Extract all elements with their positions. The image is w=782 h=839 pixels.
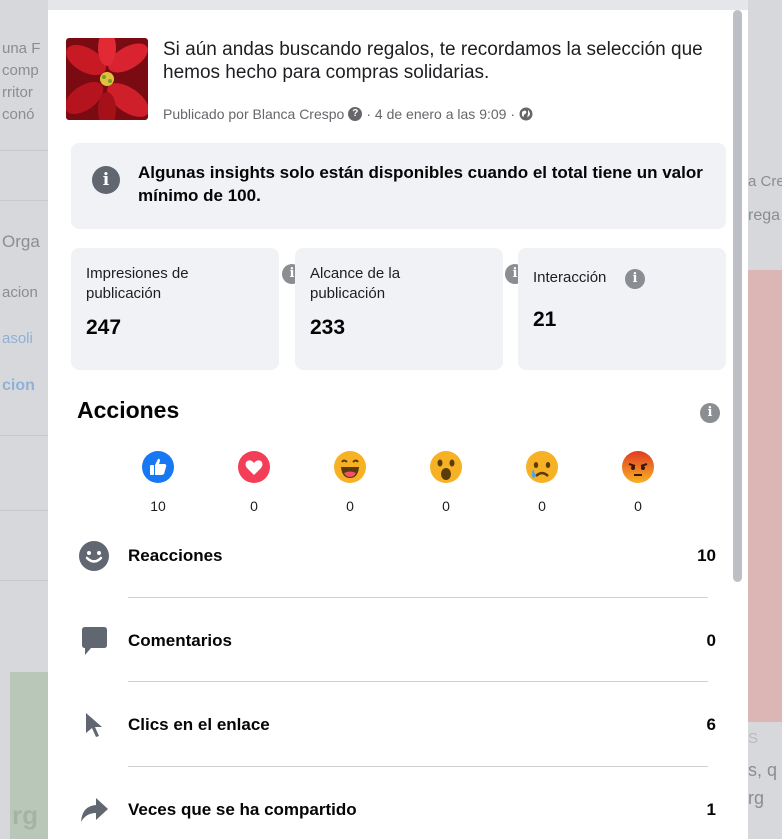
poinsettia-image <box>66 38 148 120</box>
sad-icon <box>526 451 558 483</box>
info-notice: i Algunas insights solo están disponible… <box>71 143 726 229</box>
divider <box>128 766 708 767</box>
cursor-icon <box>86 713 102 737</box>
bg-text: Orga <box>2 232 40 251</box>
bg-text: a Cre <box>748 173 782 190</box>
divider <box>128 681 708 682</box>
bg-text: acion <box>2 284 38 301</box>
reaction-count: 0 <box>442 498 450 514</box>
post-text: Si aún andas buscando regalos, te record… <box>163 39 703 83</box>
divider <box>128 597 708 598</box>
wow-icon <box>430 451 462 483</box>
background-right-column: a Cre rega S s, q rg <box>748 0 782 839</box>
stat-label: Interacción <box>533 269 607 286</box>
post-date[interactable]: · 4 de enero a las 9:09 · <box>366 106 515 122</box>
globe-icon <box>519 107 533 121</box>
haha-icon <box>334 451 366 483</box>
row-value: 10 <box>697 546 716 565</box>
reaction-sad: 0 <box>522 450 562 514</box>
stat-card-reach: Alcance de la publicación 233 <box>295 248 503 370</box>
stat-value: 233 <box>310 316 346 339</box>
row-link-clicks[interactable]: Clics en el enlace 6 <box>78 699 728 759</box>
row-label: Veces que se ha compartido <box>128 800 357 819</box>
notice-text: Algunas insights solo están disponibles … <box>138 163 703 205</box>
bg-text: conó <box>2 106 35 123</box>
row-label: Clics en el enlace <box>128 715 270 734</box>
smiley-icon <box>79 541 109 571</box>
bg-image <box>748 270 782 722</box>
panel-scrollbar[interactable] <box>733 10 742 582</box>
question-icon[interactable]: ? <box>348 107 363 121</box>
stat-value: 21 <box>533 308 557 331</box>
stat-card-engagement: Interacción 21 <box>518 248 726 370</box>
reaction-count: 0 <box>346 498 354 514</box>
reaction-breakdown: 10 0 0 0 0 0 <box>128 450 688 516</box>
info-icon: i <box>92 166 120 194</box>
row-shares[interactable]: Veces que se ha compartido 1 <box>78 784 728 839</box>
reaction-wow: 0 <box>426 450 466 514</box>
reaction-count: 0 <box>634 498 642 514</box>
angry-icon <box>622 451 654 483</box>
reaction-count: 10 <box>150 498 166 514</box>
bg-link: cion <box>2 377 35 394</box>
row-label: Comentarios <box>128 631 232 650</box>
reaction-haha: 0 <box>330 450 370 514</box>
row-value: 0 <box>706 631 716 650</box>
post-insights-panel[interactable]: Si aún andas buscando regalos, te record… <box>48 10 748 839</box>
share-icon <box>81 798 108 822</box>
row-label: Reacciones <box>128 546 223 565</box>
reaction-love: 0 <box>234 450 274 514</box>
row-comments[interactable]: Comentarios 0 <box>78 615 728 675</box>
info-icon[interactable]: i <box>700 403 720 423</box>
stat-card-impressions: Impresiones de publicación 247 <box>71 248 279 370</box>
bg-text: rg <box>12 800 38 830</box>
row-value: 6 <box>706 715 716 734</box>
bg-link: asoli <box>2 330 33 347</box>
bg-text: rg <box>748 788 765 808</box>
bg-text: rritor <box>2 84 33 101</box>
reaction-angry: 0 <box>618 450 658 514</box>
post-thumbnail[interactable] <box>66 38 148 120</box>
bg-text: comp <box>2 62 39 79</box>
stat-label: Impresiones de publicación <box>86 265 189 302</box>
info-icon[interactable]: i <box>625 269 645 289</box>
bg-text: S <box>748 730 759 747</box>
bg-text: rega <box>748 207 781 224</box>
post-summary: Si aún andas buscando regalos, te record… <box>66 38 726 128</box>
stat-label: Alcance de la publicación <box>310 265 401 302</box>
post-author[interactable]: Publicado por Blanca Crespo <box>163 106 344 122</box>
row-reactions[interactable]: Reacciones 10 <box>78 530 728 590</box>
bg-text: una F <box>2 40 41 57</box>
bg-text: s, q <box>748 760 778 780</box>
comment-icon <box>82 627 107 655</box>
reaction-like: 10 <box>138 450 178 514</box>
love-icon <box>238 451 270 483</box>
row-value: 1 <box>706 800 716 819</box>
post-meta: Publicado por Blanca Crespo ? · 4 de ene… <box>163 106 533 122</box>
like-icon <box>142 451 174 483</box>
reaction-count: 0 <box>250 498 258 514</box>
background-left-column: una F comp rritor conó Orga acion asoli … <box>0 0 48 839</box>
stat-value: 247 <box>86 316 122 339</box>
reaction-count: 0 <box>538 498 546 514</box>
actions-title: Acciones <box>77 397 180 423</box>
